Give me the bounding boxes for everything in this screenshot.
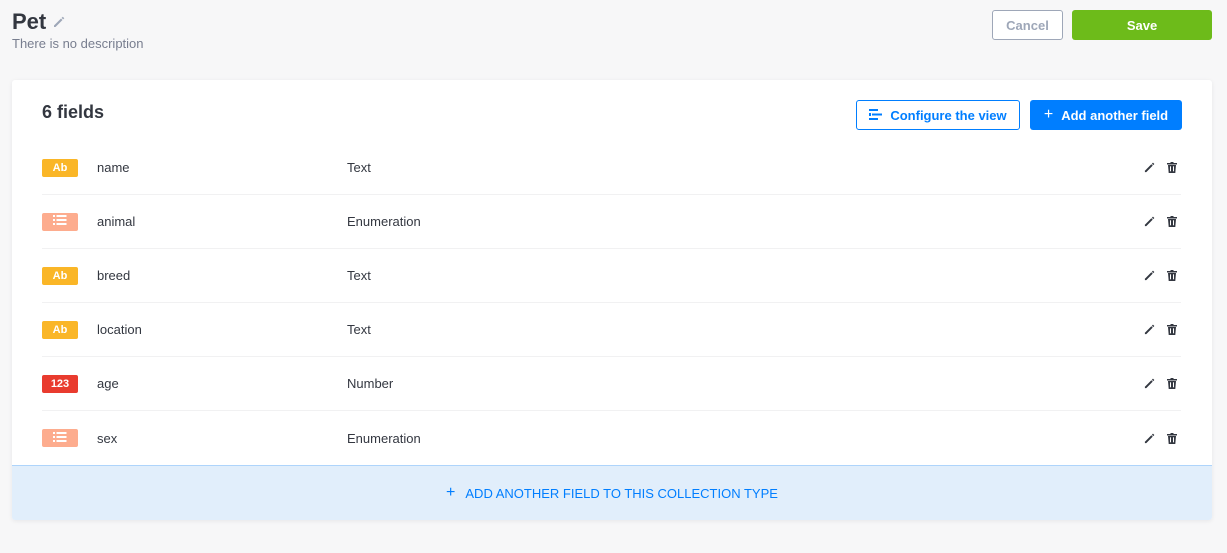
pencil-icon[interactable] [1144, 378, 1155, 389]
page-header: Pet There is no description [12, 8, 144, 52]
title-row: Pet [12, 8, 144, 36]
add-field-label: Add another field [1061, 107, 1169, 123]
page-title: Pet [12, 9, 47, 34]
configure-view-button[interactable]: Configure the view [856, 100, 1020, 130]
field-name: name [97, 160, 130, 175]
field-row[interactable]: animal Enumeration [42, 195, 1181, 249]
field-type: Text [347, 268, 371, 283]
field-type: Enumeration [347, 430, 421, 446]
card-header: 6 fields Configure the view + Add anothe… [12, 80, 1212, 146]
field-type: Enumeration [347, 214, 421, 229]
text-type-badge: Ab [42, 158, 78, 177]
pencil-icon[interactable] [1144, 324, 1155, 335]
trash-icon[interactable] [1167, 324, 1177, 335]
field-count: 6 fields [42, 102, 105, 122]
row-actions [1144, 378, 1177, 389]
list-icon [53, 431, 67, 445]
trash-icon[interactable] [1167, 270, 1177, 281]
trash-icon[interactable] [1167, 162, 1177, 173]
row-actions [1144, 270, 1177, 281]
row-actions [1144, 432, 1177, 444]
enumeration-type-badge [42, 212, 78, 231]
field-row[interactable]: sex Enumeration [42, 411, 1181, 465]
trash-icon[interactable] [1167, 216, 1177, 227]
text-type-badge: Ab [42, 320, 78, 339]
text-type-badge: Ab [42, 266, 78, 285]
save-button[interactable]: Save [1072, 10, 1212, 40]
add-field-button[interactable]: + Add another field [1030, 100, 1182, 130]
pencil-icon[interactable] [1144, 162, 1155, 173]
field-type: Number [347, 376, 394, 391]
content-type-builder-page: Pet There is no description Cancel Save … [0, 0, 1227, 553]
add-field-footer-label: ADD ANOTHER FIELD TO THIS COLLECTION TYP… [465, 485, 778, 501]
cancel-button[interactable]: Cancel [992, 10, 1063, 40]
list-icon [53, 215, 67, 228]
plus-icon: + [1043, 106, 1054, 123]
field-row[interactable]: Ab location Text [42, 303, 1181, 357]
field-type: Text [347, 160, 371, 175]
add-field-footer-button[interactable]: + ADD ANOTHER FIELD TO THIS COLLECTION T… [12, 465, 1212, 520]
configure-view-label: Configure the view [890, 107, 1007, 123]
pencil-icon[interactable] [1144, 270, 1155, 281]
page-description: There is no description [12, 36, 144, 51]
header-actions: Cancel Save [992, 10, 1212, 40]
field-row[interactable]: Ab breed Text [42, 249, 1181, 303]
number-type-badge: 123 [42, 374, 78, 393]
field-type: Text [347, 322, 371, 337]
list-settings-icon [869, 108, 883, 123]
trash-icon[interactable] [1167, 378, 1177, 389]
row-actions [1144, 216, 1177, 227]
field-list: Ab name Text animal Enumeration Ab breed… [42, 141, 1181, 465]
field-name: age [97, 376, 119, 391]
field-name: sex [97, 430, 118, 446]
row-actions [1144, 162, 1177, 173]
field-row[interactable]: Ab name Text [42, 141, 1181, 195]
field-row[interactable]: 123 age Number [42, 357, 1181, 411]
field-name: breed [97, 268, 131, 283]
card-actions: Configure the view + Add another field [856, 100, 1182, 130]
field-name: animal [97, 214, 136, 229]
plus-icon: + [446, 484, 456, 501]
trash-icon[interactable] [1167, 432, 1177, 444]
row-actions [1144, 324, 1177, 335]
fields-card: 6 fields Configure the view + Add anothe… [12, 80, 1212, 520]
field-name: location [97, 322, 142, 337]
enumeration-type-badge [42, 429, 78, 447]
pencil-icon[interactable] [1144, 433, 1155, 444]
pencil-icon[interactable] [53, 16, 65, 28]
pencil-icon[interactable] [1144, 216, 1155, 227]
